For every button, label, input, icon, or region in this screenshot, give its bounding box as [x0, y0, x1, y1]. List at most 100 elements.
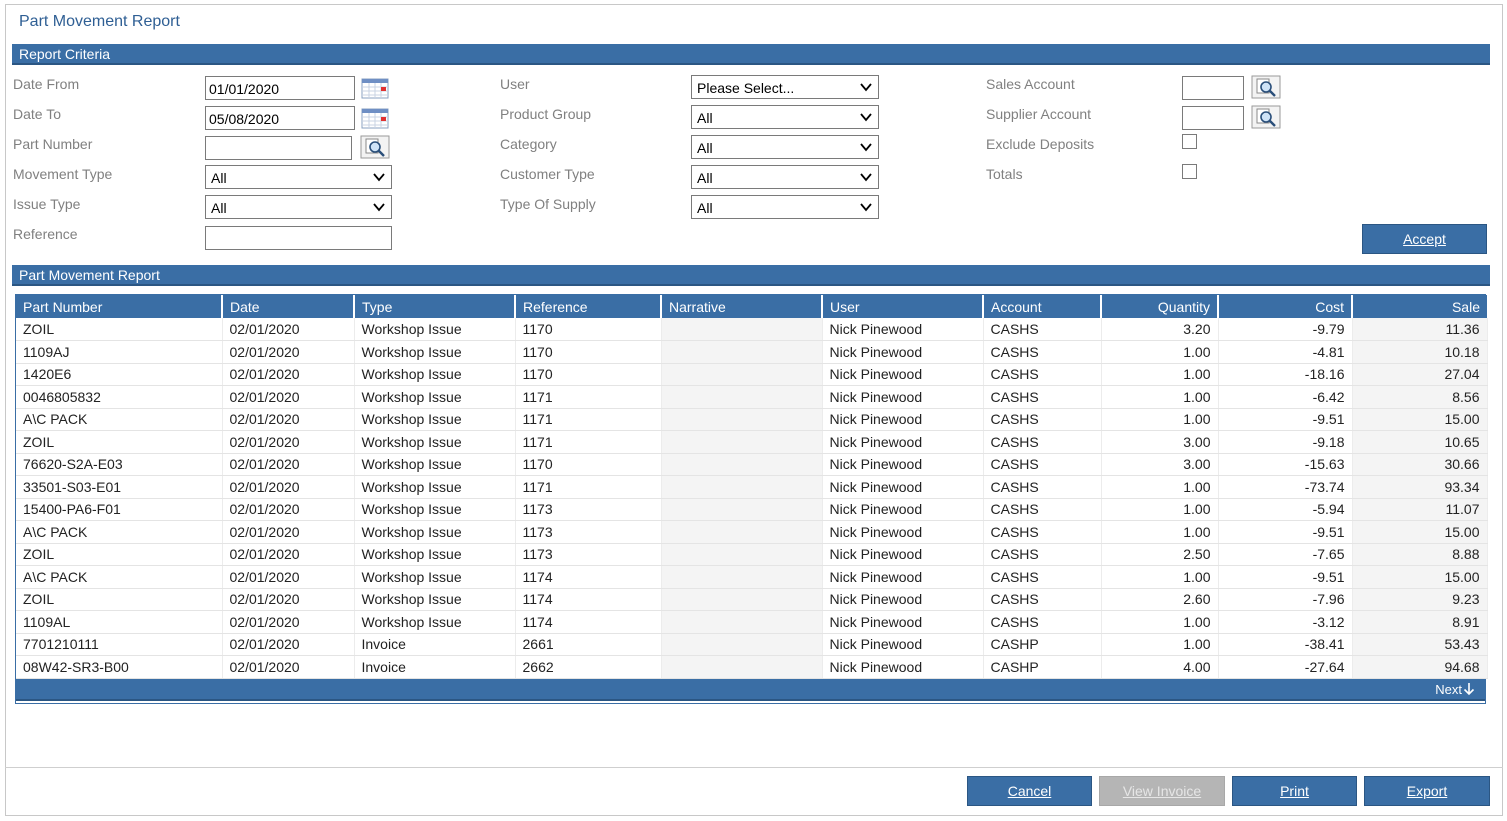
sales-account-label: Sales Account — [986, 76, 1075, 92]
cell-quantity: 1.00 — [1101, 498, 1219, 521]
table-row[interactable]: 33501-S03-E01 02/01/2020 Workshop Issue 117… — [16, 475, 1488, 499]
customer-type-select[interactable]: All — [691, 165, 879, 189]
table-row[interactable]: 15400-PA6-F01 02/01/2020 Workshop Issue 117… — [16, 498, 1488, 521]
cell-quantity: 1.00 — [1101, 363, 1219, 386]
table-row[interactable]: A\C PACK 02/01/2020 Workshop Issue 1171 Nick… — [16, 408, 1488, 431]
footer-divider — [5, 767, 1503, 768]
table-row[interactable]: 1109AL 02/01/2020 Workshop Issue 1174 Nick P… — [16, 610, 1488, 634]
view-invoice-button[interactable]: View Invoice — [1099, 776, 1225, 806]
cell-account: CASHS — [983, 453, 1102, 476]
table-row[interactable]: ZOIL 02/01/2020 Workshop Issue 1171 Nick Pin… — [16, 430, 1488, 454]
cell-user: Nick Pinewood — [822, 340, 984, 364]
date-from-input[interactable]: 01/01/2020 — [205, 76, 355, 100]
cell-sale: 53.43 — [1352, 633, 1488, 656]
cell-cost: -3.12 — [1218, 610, 1353, 634]
cell-date: 02/01/2020 — [222, 565, 355, 589]
cell-cost: -9.18 — [1218, 430, 1353, 454]
cell-part-number: ZOIL — [16, 588, 223, 611]
column-header-part-number[interactable]: Part Number — [16, 295, 223, 318]
movement-type-select[interactable]: All — [205, 165, 392, 189]
part-number-input[interactable] — [205, 136, 352, 160]
cell-part-number: ZOIL — [16, 430, 223, 454]
movement-type-label: Movement Type — [13, 166, 113, 182]
customer-type-value: All — [697, 170, 713, 186]
supplier-account-input[interactable] — [1182, 106, 1244, 130]
cell-date: 02/01/2020 — [222, 430, 355, 454]
cell-user: Nick Pinewood — [822, 633, 984, 656]
search-lookup-icon[interactable] — [1251, 75, 1281, 99]
column-header-quantity[interactable]: Quantity — [1101, 295, 1219, 318]
cell-part-number: A\C PACK — [16, 408, 223, 431]
exclude-deposits-checkbox[interactable] — [1182, 134, 1197, 149]
sales-account-input[interactable] — [1182, 76, 1244, 100]
product-group-label: Product Group — [500, 106, 592, 122]
cell-sale: 93.34 — [1352, 475, 1488, 499]
cell-part-number: A\C PACK — [16, 565, 223, 589]
date-to-input[interactable]: 05/08/2020 — [205, 106, 355, 130]
cell-cost: -7.65 — [1218, 543, 1353, 566]
export-button[interactable]: Export — [1364, 776, 1490, 806]
cell-account: CASHP — [983, 633, 1102, 656]
table-row[interactable]: 1109AJ 02/01/2020 Workshop Issue 1170 Nick P… — [16, 340, 1488, 364]
cell-sale: 10.18 — [1352, 340, 1488, 364]
chevron-down-icon — [860, 113, 872, 122]
product-group-select[interactable]: All — [691, 105, 879, 129]
cell-sale: 11.36 — [1352, 318, 1488, 341]
table-row[interactable]: ZOIL 02/01/2020 Workshop Issue 1170 Nick Pin… — [16, 318, 1488, 341]
totals-checkbox[interactable] — [1182, 164, 1197, 179]
table-row[interactable]: 08W42-SR3-B00 02/01/2020 Invoice 2662 Nick P… — [16, 655, 1488, 679]
cell-part-number: 1109AL — [16, 610, 223, 634]
user-select[interactable]: Please Select... — [691, 75, 879, 99]
accept-button[interactable]: Accept — [1362, 224, 1487, 254]
table-row[interactable]: 0046805832 02/01/2020 Workshop Issue 1171 Ni… — [16, 385, 1488, 409]
column-header-account[interactable]: Account — [983, 295, 1102, 318]
column-header-type[interactable]: Type — [354, 295, 516, 318]
cancel-button[interactable]: Cancel — [967, 776, 1092, 806]
cell-user: Nick Pinewood — [822, 430, 984, 454]
table-row[interactable]: A\C PACK 02/01/2020 Workshop Issue 1173 Nick… — [16, 520, 1488, 544]
cell-narrative — [661, 520, 823, 544]
search-lookup-icon[interactable] — [360, 135, 390, 159]
table-row[interactable]: 1420E6 02/01/2020 Workshop Issue 1170 Nick P… — [16, 363, 1488, 386]
calendar-icon[interactable] — [361, 107, 389, 129]
table-row[interactable]: A\C PACK 02/01/2020 Workshop Issue 1174 Nick… — [16, 565, 1488, 589]
next-page-link[interactable]: Next — [1435, 682, 1475, 697]
cell-user: Nick Pinewood — [822, 363, 984, 386]
column-header-narrative[interactable]: Narrative — [661, 295, 823, 318]
cell-sale: 8.88 — [1352, 543, 1488, 566]
cell-date: 02/01/2020 — [222, 588, 355, 611]
issue-type-select[interactable]: All — [205, 195, 392, 219]
table-row[interactable]: 7701210111 02/01/2020 Invoice 2661 Nick Pine… — [16, 633, 1488, 656]
column-header-date[interactable]: Date — [222, 295, 355, 318]
column-header-user[interactable]: User — [822, 295, 984, 318]
cell-cost: -18.16 — [1218, 363, 1353, 386]
cell-user: Nick Pinewood — [822, 588, 984, 611]
type-of-supply-select[interactable]: All — [691, 195, 879, 219]
print-button[interactable]: Print — [1232, 776, 1357, 806]
cell-sale: 8.91 — [1352, 610, 1488, 634]
category-select[interactable]: All — [691, 135, 879, 159]
calendar-icon[interactable] — [361, 77, 389, 99]
table-row[interactable]: ZOIL 02/01/2020 Workshop Issue 1173 Nick Pin… — [16, 543, 1488, 566]
category-label: Category — [500, 136, 557, 152]
cell-cost: -7.96 — [1218, 588, 1353, 611]
column-header-sale[interactable]: Sale — [1352, 295, 1487, 318]
cell-sale: 30.66 — [1352, 453, 1488, 476]
column-header-reference[interactable]: Reference — [515, 295, 662, 318]
exclude-deposits-label: Exclude Deposits — [986, 136, 1095, 152]
column-header-cost[interactable]: Cost — [1218, 295, 1353, 318]
cell-narrative — [661, 408, 823, 431]
reference-input[interactable] — [205, 226, 392, 250]
table-row[interactable]: 76620-S2A-E03 02/01/2020 Workshop Issue 117… — [16, 453, 1488, 476]
cell-part-number: 1420E6 — [16, 363, 223, 386]
cell-quantity: 1.00 — [1101, 408, 1219, 431]
table-row[interactable]: ZOIL 02/01/2020 Workshop Issue 1174 Nick Pin… — [16, 588, 1488, 611]
cell-narrative — [661, 588, 823, 611]
cell-part-number: 33501-S03-E01 — [16, 475, 223, 499]
cell-narrative — [661, 430, 823, 454]
cell-user: Nick Pinewood — [822, 408, 984, 431]
search-lookup-icon[interactable] — [1251, 105, 1281, 129]
cell-sale: 27.04 — [1352, 363, 1488, 386]
cell-date: 02/01/2020 — [222, 498, 355, 521]
cell-date: 02/01/2020 — [222, 453, 355, 476]
